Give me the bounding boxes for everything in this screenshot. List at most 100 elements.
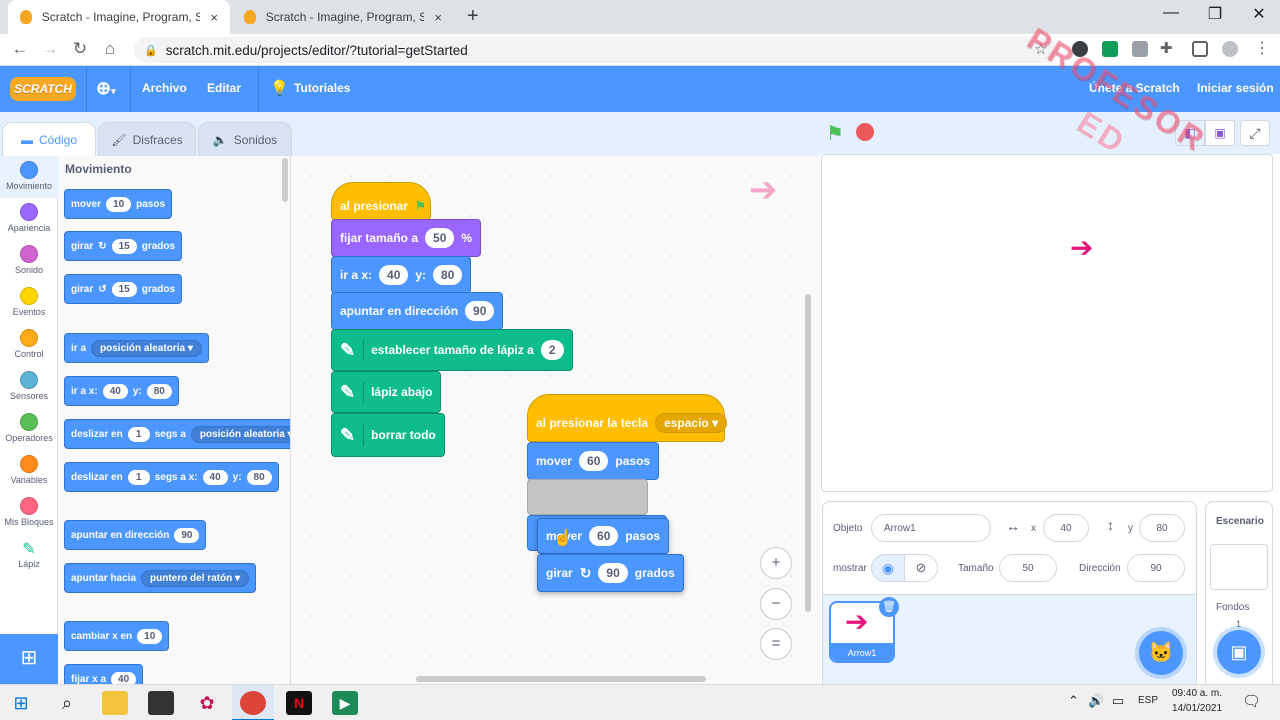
sheets-extension-icon[interactable] bbox=[1102, 41, 1118, 57]
home-icon[interactable]: ⌂ bbox=[98, 39, 122, 59]
tab-sounds[interactable]: 🔈 Sonidos bbox=[198, 122, 292, 156]
block-goto[interactable]: ir a posición aleatoria bbox=[64, 333, 209, 363]
language-indicator[interactable]: ESP bbox=[1138, 695, 1158, 706]
category-sonido[interactable]: Sonido bbox=[0, 245, 58, 275]
dropdown[interactable]: posición aleatoria bbox=[91, 339, 202, 357]
block-change-x[interactable]: cambiar x en 10 bbox=[64, 621, 170, 651]
category-sensores[interactable]: Sensores bbox=[0, 371, 58, 401]
tab-code[interactable]: ▬ Código bbox=[2, 122, 96, 156]
category-operadores[interactable]: Operadores bbox=[0, 413, 58, 443]
block-turn-left[interactable]: girar ↺ 15 grados bbox=[64, 274, 183, 304]
globe-icon[interactable]: ⊕▾ bbox=[96, 78, 116, 99]
backdrop-thumbnail[interactable] bbox=[1210, 544, 1268, 590]
maximize-button[interactable]: ❐ bbox=[1200, 4, 1230, 24]
zoom-reset-button[interactable]: = bbox=[760, 628, 792, 660]
forward-icon[interactable]: → bbox=[38, 39, 62, 59]
notifications-icon[interactable]: 🗨 bbox=[1242, 692, 1261, 710]
x-input[interactable]: 40 bbox=[379, 265, 409, 285]
value-input[interactable]: 10 bbox=[137, 628, 163, 644]
close-window-button[interactable]: ✕ bbox=[1244, 4, 1274, 24]
stop-icon[interactable] bbox=[856, 123, 874, 141]
y-input[interactable]: 80 bbox=[433, 265, 463, 285]
reload-icon[interactable]: ↻ bbox=[68, 39, 92, 59]
category-control[interactable]: Control bbox=[0, 329, 58, 359]
block-move-steps[interactable]: mover 10 pasos bbox=[64, 189, 173, 219]
delete-sprite-trash-icon[interactable]: 🗑 bbox=[879, 597, 899, 617]
browser-tab-1[interactable]: Scratch - Imagine, Program, Shar × bbox=[8, 0, 230, 34]
x-input[interactable]: 40 bbox=[102, 383, 128, 399]
minimize-button[interactable]: — bbox=[1156, 4, 1186, 22]
value-input[interactable]: 40 bbox=[111, 671, 137, 684]
value-input[interactable]: 90 bbox=[465, 301, 495, 321]
key-dropdown[interactable]: espacio bbox=[655, 413, 728, 433]
show-visible-eye-icon[interactable]: ◉ bbox=[871, 554, 905, 582]
sprite-arrow-icon[interactable]: ➔ bbox=[1070, 231, 1093, 264]
sprite-name-field[interactable]: Arrow1 bbox=[871, 514, 991, 542]
app-icon[interactable]: ✿ bbox=[194, 691, 220, 715]
category-variables[interactable]: Variables bbox=[0, 455, 58, 485]
add-sprite-cat-icon[interactable]: 🐱 bbox=[1139, 631, 1183, 675]
direction-field[interactable]: 90 bbox=[1127, 554, 1185, 582]
block-clear[interactable]: ✎ borrar todo bbox=[331, 413, 445, 457]
netflix-icon[interactable]: N bbox=[286, 691, 312, 715]
value-input[interactable]: 15 bbox=[111, 238, 137, 254]
script-workspace[interactable]: al presionar ⚑ fijar tamaño a 50% ir a x: 4… bbox=[291, 156, 820, 684]
url-bar[interactable]: 🔒 scratch.mit.edu/projects/editor/?tutor… bbox=[134, 37, 1058, 63]
category-movimiento[interactable]: Movimiento bbox=[0, 161, 58, 191]
y-input[interactable]: 80 bbox=[246, 469, 272, 485]
back-icon[interactable]: ← bbox=[8, 39, 32, 59]
chrome-icon[interactable] bbox=[240, 691, 266, 715]
block-pen-down[interactable]: ✎ lápiz abajo bbox=[331, 371, 442, 413]
block-point-direction[interactable]: apuntar en dirección 90 bbox=[64, 520, 207, 550]
menu-archivo[interactable]: Archivo bbox=[142, 81, 187, 95]
block-set-size[interactable]: fijar tamaño a 50% bbox=[331, 219, 482, 257]
zoom-out-button[interactable]: − bbox=[760, 588, 792, 620]
x-input[interactable]: 40 bbox=[202, 469, 228, 485]
store-icon[interactable] bbox=[148, 691, 174, 715]
add-backdrop-icon[interactable]: ▣ bbox=[1217, 630, 1261, 674]
workspace-horizontal-scrollbar[interactable] bbox=[416, 676, 706, 682]
category-apariencia[interactable]: Apariencia bbox=[0, 203, 58, 233]
green-flag-icon[interactable]: ⚑ bbox=[826, 121, 844, 146]
tab-costumes[interactable]: 🖌 Disfraces bbox=[98, 122, 196, 156]
sign-in-link[interactable]: Iniciar sesión bbox=[1197, 81, 1274, 95]
value-input[interactable]: 60 bbox=[589, 526, 619, 546]
dropdown[interactable]: posición aleatoria bbox=[190, 425, 290, 443]
category-mis-bloques[interactable]: Mis Bloques bbox=[0, 497, 58, 527]
palette-scrollbar[interactable] bbox=[282, 158, 288, 202]
extensions-puzzle-icon[interactable]: ✚ bbox=[1160, 39, 1173, 57]
block-move-steps[interactable]: mover 60 pasos bbox=[527, 442, 660, 480]
clock-date[interactable]: 14/01/2021 bbox=[1172, 703, 1222, 714]
y-field[interactable]: 80 bbox=[1139, 514, 1185, 542]
stage-selector-panel[interactable]: Escenario Fondos 1 ▣ bbox=[1205, 501, 1273, 685]
tray-chevron-icon[interactable]: ⌃ bbox=[1068, 693, 1079, 709]
block-point-direction[interactable]: apuntar en dirección 90 bbox=[331, 292, 504, 330]
block-pen-size[interactable]: ✎ establecer tamaño de lápiz a2 bbox=[331, 329, 573, 371]
clock-time[interactable]: 09:40 a. m. bbox=[1172, 688, 1222, 699]
dragged-block-turn[interactable]: girar ↻ 90 grados bbox=[537, 554, 684, 592]
category-lapiz[interactable]: ✎ Lápiz bbox=[0, 539, 58, 569]
menu-tutoriales[interactable]: Tutoriales bbox=[294, 81, 350, 95]
new-tab-button[interactable]: + bbox=[467, 5, 479, 28]
browser-tab-2[interactable]: Scratch - Imagine, Program, Shar × bbox=[232, 0, 454, 34]
size-field[interactable]: 50 bbox=[999, 554, 1057, 582]
add-extension-button[interactable]: ⊞ bbox=[0, 634, 58, 684]
x-field[interactable]: 40 bbox=[1043, 514, 1089, 542]
scratch-logo[interactable]: SCRATCH bbox=[10, 77, 76, 101]
y-input[interactable]: 80 bbox=[146, 383, 172, 399]
value-input[interactable]: 1 bbox=[127, 469, 150, 485]
cast-icon[interactable] bbox=[1192, 41, 1208, 57]
block-goto-xy[interactable]: ir a x: 40 y: 80 bbox=[64, 376, 179, 406]
search-icon[interactable]: ⌕ bbox=[54, 691, 80, 715]
app-icon[interactable]: ▶ bbox=[332, 691, 358, 715]
browser-menu-icon[interactable]: ⋮ bbox=[1254, 38, 1270, 58]
extension-icon[interactable] bbox=[1132, 41, 1148, 57]
volume-icon[interactable]: 🔊 bbox=[1088, 693, 1104, 709]
stage-canvas[interactable]: ➔ bbox=[821, 154, 1273, 492]
block-when-key-pressed[interactable]: al presionar la tecla espacio bbox=[527, 394, 728, 442]
value-input[interactable]: 2 bbox=[540, 340, 564, 360]
tab-close-icon[interactable]: × bbox=[210, 10, 218, 25]
profile-avatar[interactable] bbox=[1222, 41, 1238, 57]
menu-editar[interactable]: Editar bbox=[207, 81, 241, 95]
block-when-flag-clicked[interactable]: al presionar ⚑ bbox=[331, 182, 431, 220]
